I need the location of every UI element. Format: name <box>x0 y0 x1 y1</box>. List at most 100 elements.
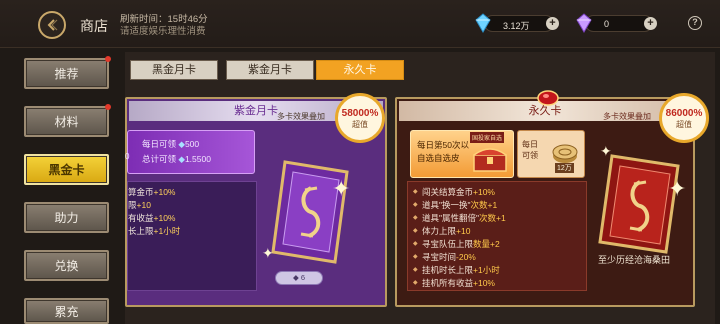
sidebar-item-black-gold-card[interactable]: 黑金卡 <box>24 154 109 185</box>
purple-value-percent: 58000% <box>341 108 379 119</box>
perk-row: 有收益+10% <box>128 212 256 225</box>
purple-total-label: 总计可领 <box>142 154 177 164</box>
back-button[interactable] <box>38 11 66 39</box>
refresh-info: 刷新时间：15时46分 请适度娱乐理性消费 <box>120 14 208 38</box>
perk-label: 算金币 <box>128 187 154 197</box>
purple-total-value: 1.5500 <box>184 154 211 164</box>
sidebar-item-materials[interactable]: 材料 <box>24 104 111 137</box>
perk-row: 道具"换一换"次数+1 <box>413 199 586 212</box>
perk-label: 道具"换一换" <box>422 200 471 210</box>
sidebar-item-label: 黑金卡 <box>48 163 85 177</box>
purple-side-digit: 0 <box>125 152 130 161</box>
sidebar-item-exchange[interactable]: 兑换 <box>24 250 109 281</box>
ruby-icon <box>537 90 559 106</box>
perk-label: 寻宝时间 <box>422 252 457 262</box>
perk-label: 体力上限 <box>422 226 457 236</box>
perk-label: 长上限 <box>128 226 154 236</box>
perm-offer-tag: 国投家自选 <box>470 132 505 143</box>
perk-row: 长上限+1小时 <box>128 225 256 238</box>
sparkle-icon: ✦ <box>332 176 351 201</box>
purple-gem-icon: ◆ <box>292 273 299 282</box>
purple-value-sub: 超值 <box>352 120 368 129</box>
page-title: 商店 <box>80 18 108 34</box>
perk-row: 限+10 <box>128 199 256 212</box>
sidebar-item-label: 推荐 <box>54 67 79 81</box>
tab-black-gold-monthly[interactable]: 黑金月卡 <box>130 60 218 80</box>
purple-perk-list: 算金币+10% 限+10 有收益+10% 长上限+1小时 <box>127 181 257 291</box>
sidebar-item-recommend[interactable]: 推荐 <box>24 56 111 89</box>
perk-value: 数量+2 <box>473 239 500 249</box>
tab-permanent-card[interactable]: 永久卡 <box>316 60 404 80</box>
perk-row: 寻宝时间-20% <box>413 251 586 264</box>
sparkle-icon: ✦ <box>262 245 274 261</box>
perk-row: 体力上限+10 <box>413 225 586 238</box>
purple-total-row: 总计可领 ◆1.5500 <box>142 152 254 167</box>
currency-purple-value: 0 <box>585 15 653 32</box>
perk-row: 挂机时长上限+1小时 <box>413 264 586 277</box>
purple-gem-icon <box>576 13 592 33</box>
perk-row: 闯关结算金币+10% <box>413 186 586 199</box>
purple-card-art-icon <box>271 160 349 264</box>
purple-daily-label: 每日可领 <box>142 139 177 149</box>
perk-row: 道具"属性翻倍"次数+1 <box>413 212 586 225</box>
purple-value-badge: 58000% 超值 <box>335 93 385 143</box>
sidebar-item-label: 材料 <box>54 115 79 129</box>
currency-purple: 0 + <box>575 13 665 33</box>
purple-price: 6 <box>300 273 306 282</box>
help-button[interactable]: ? <box>688 16 702 30</box>
perk-value: +1小时 <box>473 265 500 275</box>
perk-value: +10% <box>153 187 176 197</box>
perk-row: 挂机所有收益+10% <box>413 277 586 290</box>
perm-stack-note: 多卡效果叠加 <box>603 112 651 121</box>
perk-value: +10% <box>473 187 495 197</box>
sidebar-item-label: 累充 <box>54 304 79 319</box>
perm-coin-amount: 12万 <box>555 163 574 173</box>
purple-buy-button[interactable]: ◆ 6 <box>275 271 323 285</box>
sidebar-item-cumulative-recharge[interactable]: 累充 <box>24 298 109 324</box>
currency-purple-add-button[interactable]: + <box>644 17 657 30</box>
perk-row: 寻宝队伍上限数量+2 <box>413 238 586 251</box>
perk-value: +10 <box>456 226 471 236</box>
treasure-chest-icon <box>473 148 507 172</box>
purple-daily-value: 500 <box>184 139 200 149</box>
sparkle-icon: ✦ <box>600 143 612 159</box>
back-arrow-icon <box>47 19 58 31</box>
sidebar-item-label: 助力 <box>54 211 79 225</box>
sidebar-item-boost[interactable]: 助力 <box>24 202 109 233</box>
health-notice: 请适度娱乐理性消费 <box>120 26 206 37</box>
perk-value: +10 <box>136 200 151 210</box>
refresh-time: 刷新时间：15时46分 <box>120 14 208 25</box>
perk-label: 道具"属性翻倍" <box>422 213 480 223</box>
purple-daily-box: 每日可领 ◆500 总计可领 ◆1.5500 <box>127 130 255 174</box>
perk-label: 闯关结算金币 <box>422 187 474 197</box>
perk-label: 挂机时长上限 <box>422 265 474 275</box>
perm-value-percent: 86000% <box>665 108 703 119</box>
perk-value: +10% <box>473 278 495 288</box>
permanent-card-art-icon <box>598 154 680 254</box>
currency-gold-add-button[interactable]: + <box>546 17 559 30</box>
perk-label: 限 <box>128 200 137 210</box>
perk-label: 挂机所有收益 <box>422 278 474 288</box>
notification-dot <box>105 56 111 62</box>
perk-value: 次数+1 <box>479 213 506 223</box>
sparkle-icon: ✦ <box>668 176 687 201</box>
purple-daily-row: 每日可领 ◆500 <box>142 137 254 152</box>
perk-value: 次数+1 <box>470 200 498 210</box>
notification-dot <box>105 104 111 110</box>
currency-gold: 3.12万 + <box>474 13 564 33</box>
sidebar-item-label: 兑换 <box>54 259 79 273</box>
perm-value-sub: 超值 <box>676 120 692 129</box>
perk-row: 算金币+10% <box>128 186 256 199</box>
perk-label: 寻宝队伍上限 <box>422 239 474 249</box>
purple-stack-note: 多卡效果叠加 <box>277 112 325 121</box>
perm-perk-list: 闯关结算金币+10% 道具"换一换"次数+1 道具"属性翻倍"次数+1 体力上限… <box>407 181 587 291</box>
perk-value: -20% <box>456 252 476 262</box>
perk-value: +1小时 <box>153 226 181 236</box>
perk-label: 有收益 <box>128 213 154 223</box>
currency-gold-value: 3.12万 <box>484 15 554 32</box>
perm-caption: 至少历经沧海桑田 <box>598 255 671 265</box>
gold-gem-icon <box>475 13 491 33</box>
perk-value: +10% <box>153 213 176 223</box>
tab-purple-gold-monthly[interactable]: 紫金月卡 <box>226 60 314 80</box>
perm-value-badge: 86000% 超值 <box>659 93 709 143</box>
